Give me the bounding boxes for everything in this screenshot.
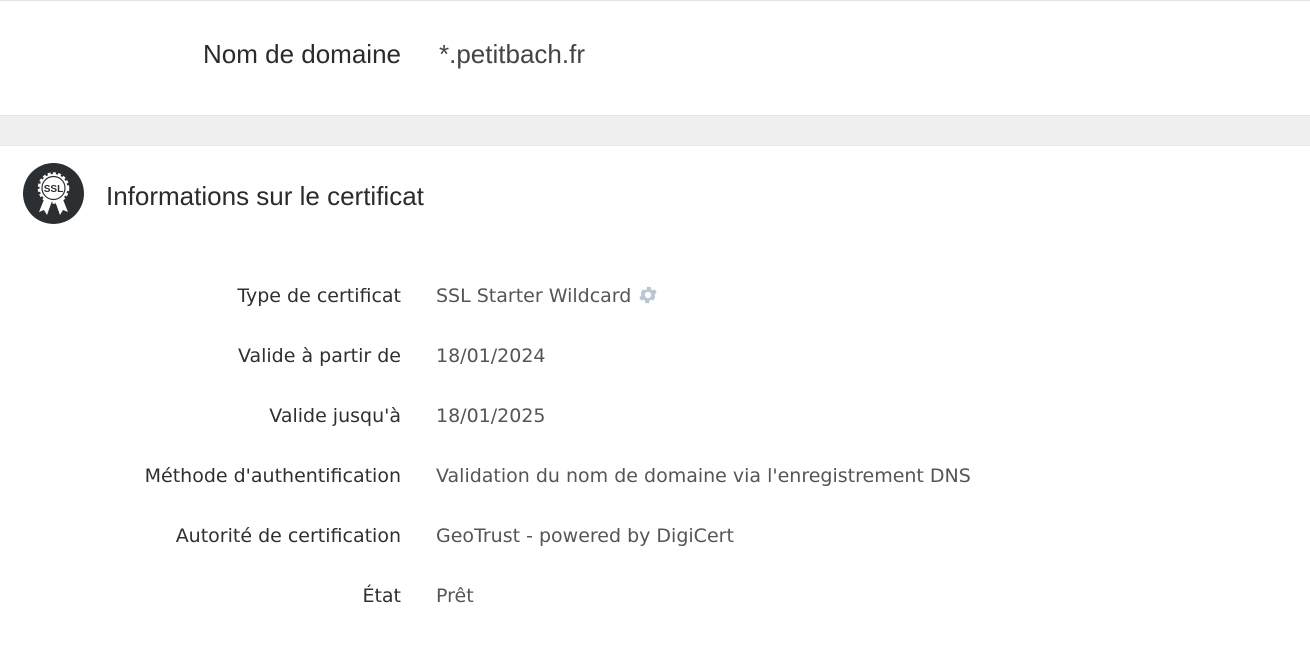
section-separator [0,115,1310,146]
domain-name-label: Nom de domaine [203,39,401,69]
svg-text:SSL: SSL [44,184,63,195]
status-value: Prêt [436,585,474,607]
valid-from-label: Valide à partir de [237,345,401,367]
status-label: État [362,585,401,607]
valid-until-label: Valide jusqu'à [269,405,401,427]
row-certificate-authority: Autorité de certification GeoTrust - pow… [0,521,1310,551]
certificate-type-label: Type de certificat [237,285,401,307]
domain-name-value: *.petitbach.fr [439,39,585,69]
row-certificate-type: Type de certificat SSL Starter Wildcard [0,281,1310,311]
auth-method-label: Méthode d'authentification [144,465,401,487]
ssl-badge-icon: SSL [23,163,84,224]
certificate-type-text: SSL Starter Wildcard [436,285,632,307]
certificate-authority-label: Autorité de certification [175,525,401,547]
certificate-authority-value: GeoTrust - powered by DigiCert [436,525,734,547]
row-valid-from: Valide à partir de 18/01/2024 [0,341,1310,371]
valid-until-value: 18/01/2025 [436,405,546,427]
section-title: Informations sur le certificat [106,181,424,211]
certificate-info-panel: SSL Informations sur le certificat Type … [0,146,1310,645]
domain-panel: Nom de domaine *.petitbach.fr [0,0,1310,115]
auth-method-value: Validation du nom de domaine via l'enreg… [436,465,971,487]
valid-from-value: 18/01/2024 [436,345,546,367]
gear-icon[interactable] [637,284,659,306]
row-auth-method: Méthode d'authentification Validation du… [0,461,1310,491]
certificate-type-value: SSL Starter Wildcard [436,281,659,311]
row-status: État Prêt [0,581,1310,611]
row-valid-until: Valide jusqu'à 18/01/2025 [0,401,1310,431]
